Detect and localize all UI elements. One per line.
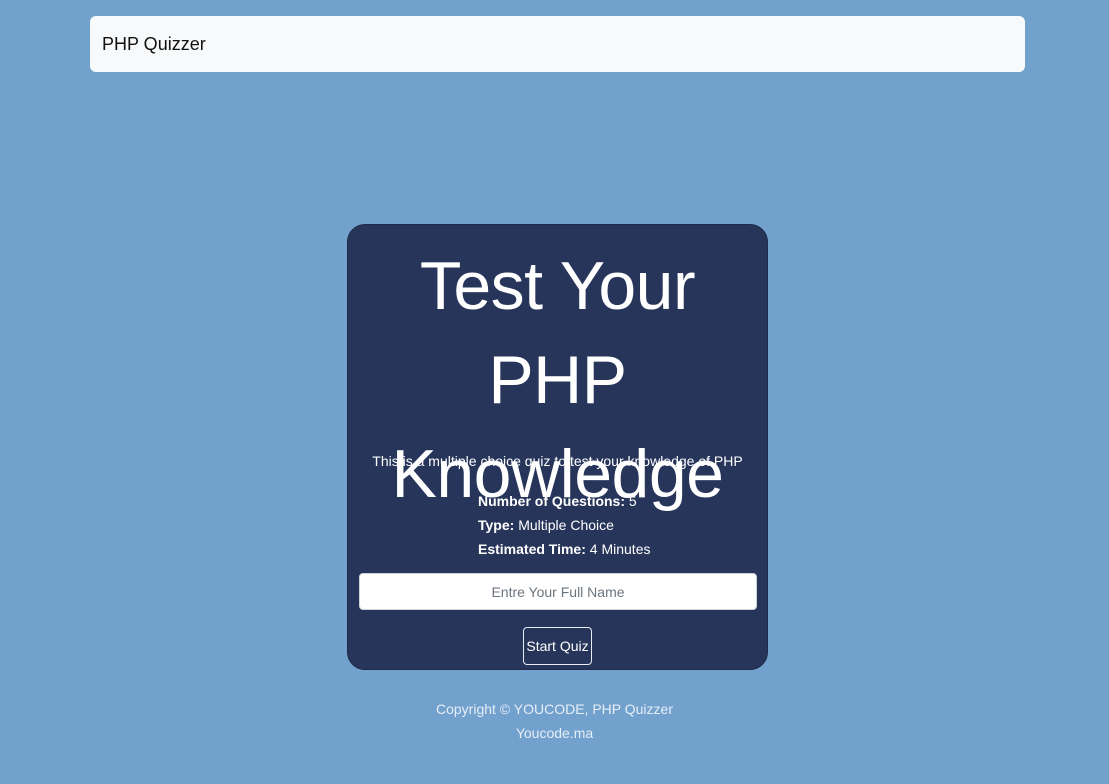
navbar: PHP Quizzer [90,16,1025,72]
quiz-intro-card: Test Your PHP Knowledge This is a multip… [347,224,768,670]
quiz-description: This is a multiple choice quiz to test y… [372,453,743,469]
info-value: 5 [628,493,637,509]
full-name-input[interactable] [359,573,757,610]
info-value: 4 Minutes [589,541,651,557]
footer-link-youcode[interactable]: Youcode.ma [516,725,593,741]
info-type: Type: Multiple Choice [478,513,650,537]
info-label: Number of Questions: [478,493,626,509]
page-title: Test Your PHP Knowledge [348,239,767,521]
info-estimated-time: Estimated Time: 4 Minutes [478,537,650,561]
title-line-1: Test Your PHP [419,248,696,418]
info-number-of-questions: Number of Questions: 5 [478,489,650,513]
navbar-brand[interactable]: PHP Quizzer [102,34,206,55]
copyright-text: Copyright © YOUCODE, PHP Quizzer [436,701,673,717]
info-value: Multiple Choice [518,517,614,533]
info-label: Estimated Time: [478,541,586,557]
start-quiz-button[interactable]: Start Quiz [523,627,592,665]
info-label: Type: [478,517,515,533]
quiz-info-list: Number of Questions: 5 Type: Multiple Ch… [478,489,650,561]
footer: Copyright © YOUCODE, PHP Quizzer Youcode… [0,697,1109,745]
